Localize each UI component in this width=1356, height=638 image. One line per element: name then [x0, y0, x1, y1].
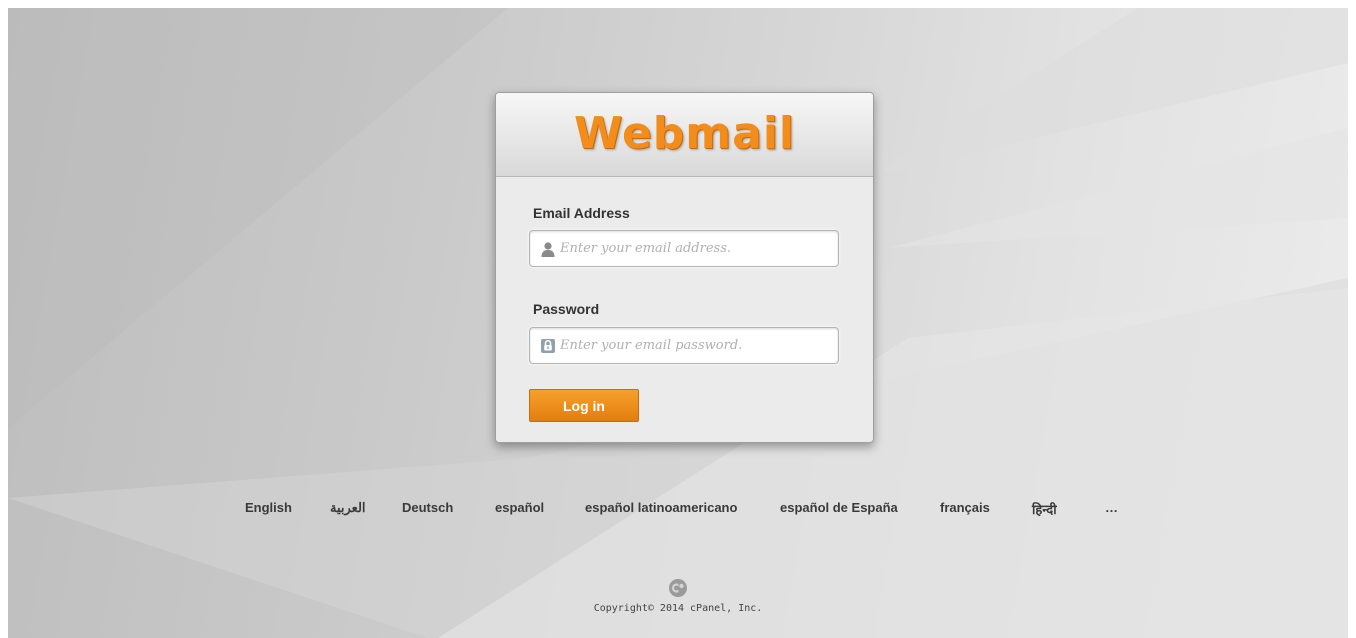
lang-arabic[interactable]: العربية — [330, 500, 366, 516]
email-input[interactable] — [560, 231, 830, 266]
user-icon — [541, 242, 555, 257]
lang-espanol-espana[interactable]: español de España — [780, 500, 898, 515]
login-panel: Webmail Email Address Password Log in — [495, 92, 874, 443]
login-button[interactable]: Log in — [529, 389, 639, 422]
email-label: Email Address — [533, 205, 630, 221]
cpanel-logo-icon — [669, 579, 687, 597]
password-field-container — [529, 327, 839, 364]
webmail-logo: Webmail — [573, 108, 795, 159]
lock-icon — [541, 339, 555, 353]
lang-deutsch[interactable]: Deutsch — [402, 500, 453, 515]
language-selector: English العربية Deutsch español español … — [8, 500, 1348, 520]
login-page: Webmail Email Address Password Log in En… — [8, 8, 1348, 638]
footer: Copyright© 2014 cPanel, Inc. — [8, 578, 1348, 614]
lang-espanol-latinoamericano[interactable]: español latinoamericano — [585, 500, 737, 515]
copyright-text: Copyright© 2014 cPanel, Inc. — [593, 603, 763, 614]
password-input[interactable] — [560, 328, 830, 363]
lang-francais[interactable]: français — [940, 500, 990, 515]
password-label: Password — [533, 301, 600, 317]
lang-more-link[interactable]: … — [1105, 500, 1118, 515]
login-header: Webmail — [496, 93, 873, 177]
lang-espanol[interactable]: español — [495, 500, 544, 515]
email-field-container — [529, 230, 839, 267]
lang-hindi[interactable]: हिन्दी — [1032, 500, 1057, 518]
lang-english[interactable]: English — [245, 500, 292, 515]
